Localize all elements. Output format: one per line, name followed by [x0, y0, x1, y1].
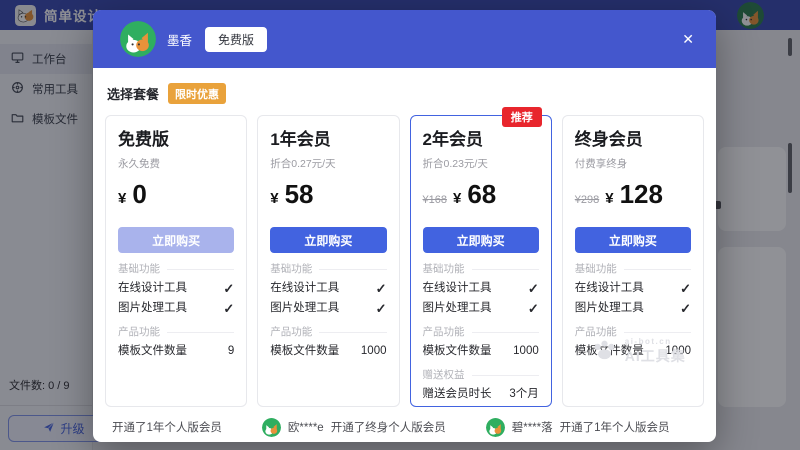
feature-label: 图片处理工具: [575, 301, 644, 316]
plan-card-1year[interactable]: 1年会员 折合0.27元/天 ¥ 58 立即购买 基础功能 在线设计工具 ✓ 图片…: [257, 115, 399, 407]
ticker-text: 开通了终身个人版会员: [331, 419, 446, 435]
check-icon: ✓: [376, 301, 387, 316]
ticker-item: 碧****落 开通了1年个人版会员: [486, 418, 670, 437]
section-title: 基础功能: [423, 263, 539, 276]
feature-label: 模板文件数量: [423, 344, 492, 359]
tab-choose-plan[interactable]: 选择套餐: [107, 84, 159, 103]
feature-label: 在线设计工具: [423, 281, 492, 296]
original-price: ¥168: [423, 194, 447, 206]
plan-name: 终身会员: [575, 130, 691, 149]
check-icon: ✓: [223, 281, 234, 296]
section-title: 产品功能: [270, 326, 386, 339]
feature-label: 图片处理工具: [118, 301, 187, 316]
plan-price: 68: [467, 179, 496, 210]
ticker-username: 碧****落: [512, 419, 553, 435]
feature-label: 赠送会员时长: [423, 387, 492, 402]
check-icon: ✓: [680, 301, 691, 316]
recommended-badge: 推荐: [502, 107, 542, 127]
section-title: 基础功能: [118, 263, 234, 276]
section-title: 赠送权益: [423, 369, 539, 382]
modal-header: 墨香 免费版 ✕: [93, 10, 716, 68]
plan-name: 1年会员: [270, 130, 386, 149]
username: 墨香: [167, 30, 192, 49]
limited-offer-badge: 限时优惠: [168, 83, 226, 104]
feature-label: 模板文件数量: [575, 344, 644, 359]
ticker-username: 欧****e: [288, 419, 324, 435]
cat-avatar-icon: [262, 418, 281, 437]
plan-subtitle: 折合0.27元/天: [270, 158, 386, 170]
ticker-text: 开通了1年个人版会员: [560, 419, 670, 435]
user-avatar: [120, 21, 156, 57]
pricing-modal: 墨香 免费版 ✕ 选择套餐 限时优惠 免费版 永久免费 ¥ 0 立即购买: [93, 10, 716, 442]
section-title: 产品功能: [575, 326, 691, 339]
feature-label: 图片处理工具: [423, 301, 492, 316]
cat-avatar-icon: [486, 418, 505, 437]
membership-badge[interactable]: 免费版: [205, 27, 267, 52]
plan-price: 0: [132, 179, 146, 210]
plan-card-free[interactable]: 免费版 永久免费 ¥ 0 立即购买 基础功能 在线设计工具 ✓ 图片处理工具 ✓ 产…: [105, 115, 247, 407]
plan-cards: 免费版 永久免费 ¥ 0 立即购买 基础功能 在线设计工具 ✓ 图片处理工具 ✓ 产…: [105, 115, 704, 407]
plan-card-lifetime[interactable]: 终身会员 付费享终身 ¥298 ¥ 128 立即购买 基础功能 在线设计工具✓ …: [562, 115, 704, 407]
plan-price: 128: [620, 179, 663, 210]
feature-value: 1000: [513, 344, 539, 359]
section-title: 产品功能: [118, 326, 234, 339]
feature-label: 在线设计工具: [270, 281, 339, 296]
modal-body: 选择套餐 限时优惠 免费版 永久免费 ¥ 0 立即购买 基础功能 在线设计工具 ✓…: [93, 68, 716, 442]
plan-subtitle: 永久免费: [118, 158, 234, 170]
plan-subtitle: 折合0.23元/天: [423, 158, 539, 170]
buy-now-button[interactable]: 立即购买: [423, 227, 539, 253]
feature-label: 模板文件数量: [118, 344, 187, 359]
currency-symbol: ¥: [605, 190, 613, 207]
section-title: 基础功能: [575, 263, 691, 276]
feature-label: 在线设计工具: [575, 281, 644, 296]
feature-label: 在线设计工具: [118, 281, 187, 296]
plan-card-2year[interactable]: 推荐 2年会员 折合0.23元/天 ¥168 ¥ 68 立即购买 基础功能 在线…: [410, 115, 552, 407]
check-icon: ✓: [528, 281, 539, 296]
check-icon: ✓: [376, 281, 387, 296]
original-price: ¥298: [575, 194, 599, 206]
section-title: 基础功能: [270, 263, 386, 276]
feature-value: 3个月: [509, 387, 538, 402]
check-icon: ✓: [528, 301, 539, 316]
buy-now-button[interactable]: 立即购买: [270, 227, 386, 253]
plan-name: 免费版: [118, 130, 234, 149]
ticker-item: 开通了1年个人版会员: [112, 419, 222, 435]
feature-label: 图片处理工具: [270, 301, 339, 316]
close-icon[interactable]: ✕: [676, 27, 700, 52]
ticker-text: 开通了1年个人版会员: [112, 419, 222, 435]
feature-label: 模板文件数量: [270, 344, 339, 359]
check-icon: ✓: [680, 281, 691, 296]
section-title: 产品功能: [423, 326, 539, 339]
ticker-item: 欧****e 开通了终身个人版会员: [262, 418, 446, 437]
purchase-ticker: 开通了1年个人版会员 欧****e 开通了终身个人版会员 碧****落 开通了1…: [105, 409, 704, 442]
buy-now-button[interactable]: 立即购买: [118, 227, 234, 253]
buy-now-button[interactable]: 立即购买: [575, 227, 691, 253]
currency-symbol: ¥: [270, 190, 278, 207]
currency-symbol: ¥: [118, 190, 126, 207]
feature-value: 1000: [361, 344, 387, 359]
feature-value: 1000: [665, 344, 691, 359]
plan-name: 2年会员: [423, 130, 539, 149]
app-window: 简单设计 工作台 常用工具 模板文件: [0, 0, 800, 450]
feature-value: 9: [228, 344, 234, 359]
plan-price: 58: [285, 179, 314, 210]
currency-symbol: ¥: [453, 190, 461, 207]
plan-subtitle: 付费享终身: [575, 158, 691, 170]
check-icon: ✓: [223, 301, 234, 316]
